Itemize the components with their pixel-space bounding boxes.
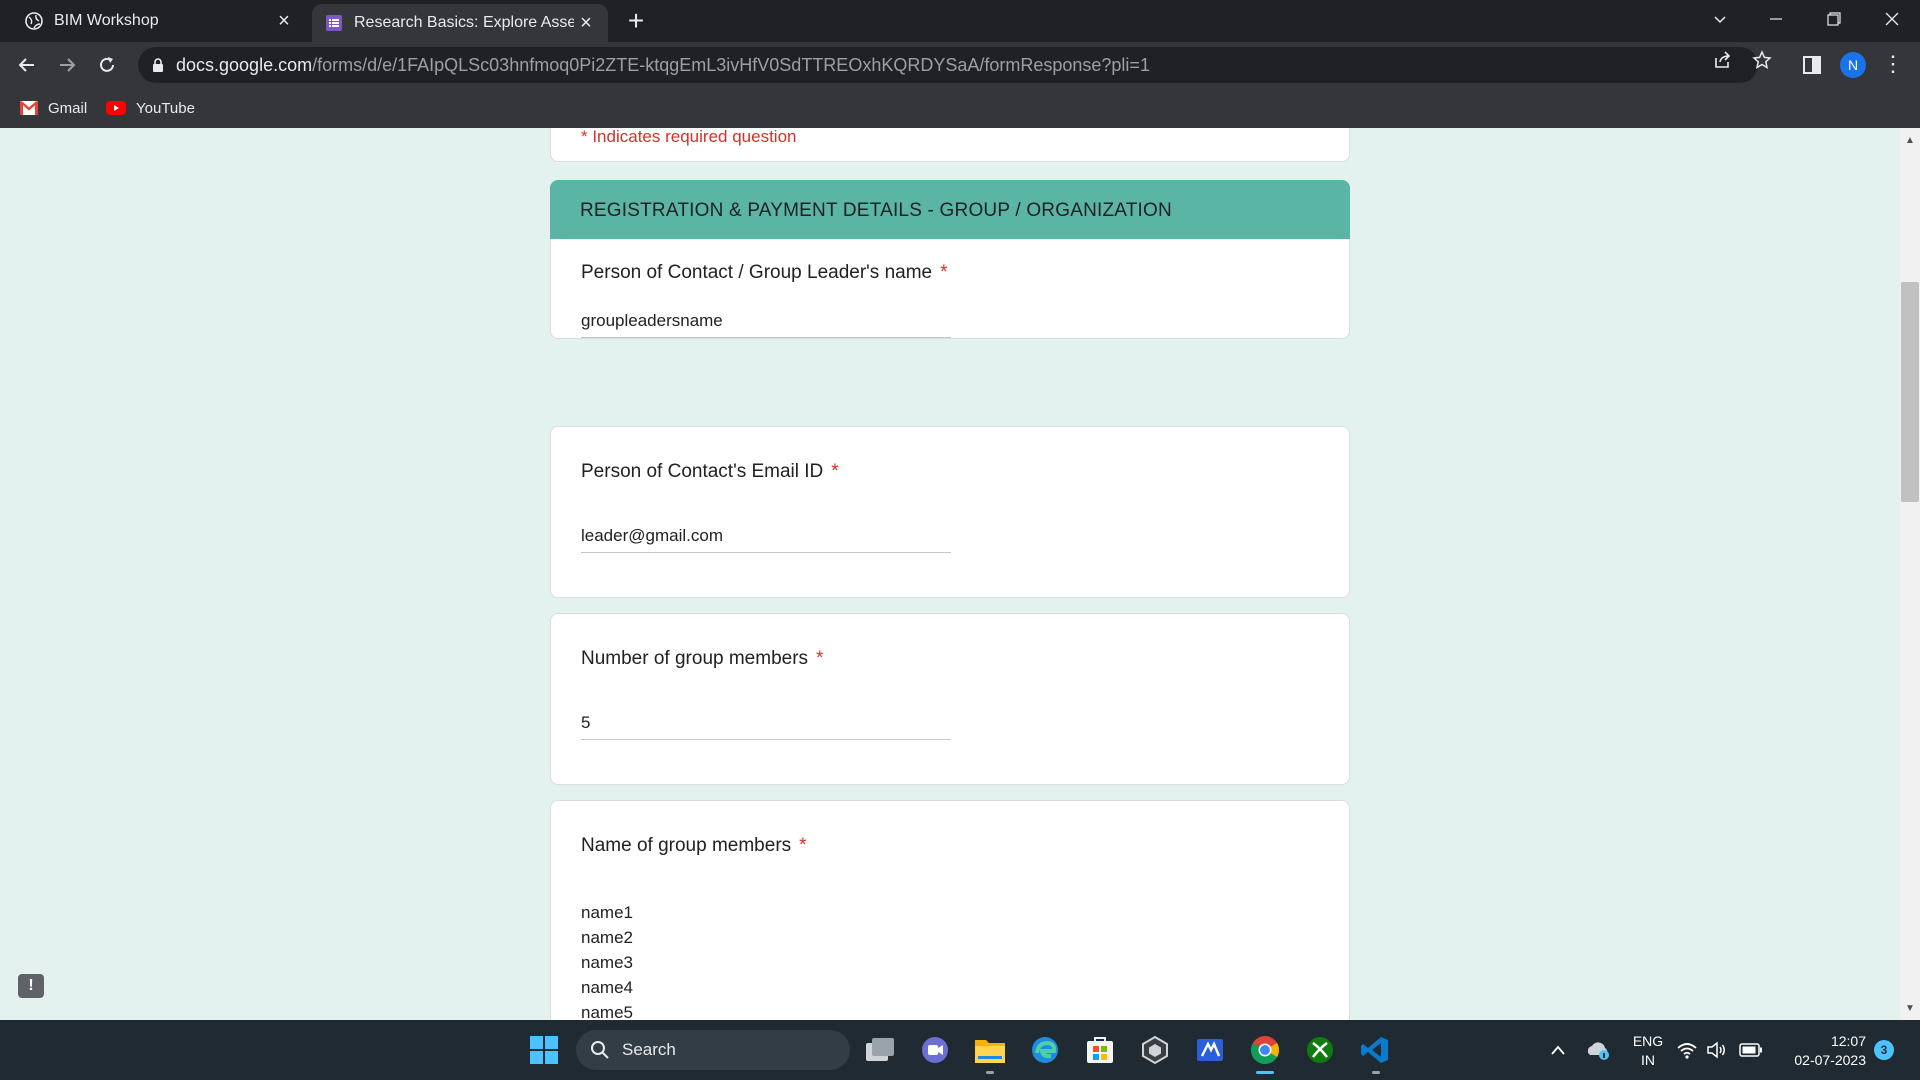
group-members-count-input[interactable]: 5 bbox=[581, 713, 951, 740]
vscode-icon[interactable] bbox=[1357, 1032, 1393, 1068]
textarea-line: name5 bbox=[581, 1003, 633, 1020]
gmail-icon bbox=[20, 101, 38, 115]
question-label: Person of Contact's Email ID * bbox=[581, 461, 839, 482]
scrollbar-track[interactable] bbox=[1900, 128, 1920, 1020]
search-label: Search bbox=[622, 1040, 676, 1059]
onedrive-icon[interactable] bbox=[1580, 1032, 1616, 1068]
scroll-down-arrow-icon[interactable]: ▼ bbox=[1904, 1004, 1916, 1014]
chrome-icon[interactable] bbox=[1247, 1032, 1283, 1068]
volume-icon[interactable] bbox=[1704, 1032, 1730, 1068]
wifi-icon[interactable] bbox=[1674, 1032, 1700, 1068]
bookmark-gmail[interactable]: Gmail bbox=[20, 96, 87, 120]
address-bar[interactable]: docs.google.com/forms/d/e/1FAIpQLSc03hnf… bbox=[138, 47, 1758, 83]
language-indicator[interactable]: ENG IN bbox=[1628, 1032, 1668, 1070]
tab-title: BIM Workshop bbox=[54, 12, 159, 29]
tab-search-icon[interactable] bbox=[1692, 0, 1748, 38]
form-page: * Indicates required question REGISTRATI… bbox=[0, 128, 1920, 1020]
share-icon[interactable] bbox=[1710, 48, 1734, 72]
textarea-line: name2 bbox=[581, 928, 633, 947]
region-code: IN bbox=[1641, 1052, 1655, 1068]
edge-icon[interactable] bbox=[1027, 1032, 1063, 1068]
new-tab-button[interactable]: + bbox=[622, 7, 650, 35]
report-feedback-icon[interactable]: ! bbox=[18, 974, 44, 998]
globe-icon bbox=[24, 11, 44, 31]
profile-avatar[interactable]: N bbox=[1840, 52, 1866, 78]
task-view-icon[interactable] bbox=[862, 1032, 898, 1068]
back-icon[interactable] bbox=[12, 50, 42, 80]
question-card: Name of group members * name1 name2 name3… bbox=[550, 800, 1350, 1020]
windows-taskbar: Search ENG IN 12:07 02-07-2023 3 bbox=[0, 1020, 1920, 1080]
tab-bim-workshop[interactable]: BIM Workshop × bbox=[0, 0, 306, 42]
bookmark-label: YouTube bbox=[136, 99, 195, 117]
required-asterisk: * bbox=[816, 648, 824, 669]
battery-icon[interactable] bbox=[1736, 1032, 1766, 1068]
taskbar-search[interactable]: Search bbox=[576, 1030, 850, 1070]
close-icon[interactable]: × bbox=[574, 11, 598, 35]
active-indicator bbox=[1256, 1071, 1274, 1074]
scroll-up-arrow-icon[interactable]: ▲ bbox=[1904, 136, 1916, 146]
app-icon-blue[interactable] bbox=[1192, 1032, 1228, 1068]
section-title: REGISTRATION & PAYMENT DETAILS - GROUP /… bbox=[580, 200, 1172, 221]
minimize-icon[interactable] bbox=[1748, 0, 1804, 38]
question-label: Person of Contact / Group Leader's name * bbox=[581, 262, 948, 283]
bookmark-youtube[interactable]: YouTube bbox=[106, 96, 195, 120]
email-input[interactable]: leader@gmail.com bbox=[581, 526, 951, 553]
search-icon bbox=[591, 1041, 609, 1059]
question-card: Person of Contact's Email ID * leader@gma… bbox=[550, 426, 1350, 598]
question-card: Number of group members * 5 bbox=[550, 613, 1350, 785]
show-hidden-icons-chevron[interactable] bbox=[1540, 1032, 1576, 1068]
textarea-line: name3 bbox=[581, 953, 633, 972]
restore-icon[interactable] bbox=[1806, 0, 1862, 38]
teams-chat-icon[interactable] bbox=[917, 1032, 953, 1068]
side-panel-icon[interactable] bbox=[1800, 53, 1824, 77]
unity-hub-icon[interactable] bbox=[1137, 1032, 1173, 1068]
url-text: docs.google.com/forms/d/e/1FAIpQLSc03hnf… bbox=[176, 54, 1150, 75]
microsoft-store-icon[interactable] bbox=[1082, 1032, 1118, 1068]
required-asterisk: * bbox=[799, 835, 807, 856]
google-forms-icon bbox=[324, 13, 344, 33]
textarea-line: name1 bbox=[581, 903, 633, 922]
bookmarks-bar: Gmail YouTube bbox=[0, 88, 1920, 128]
required-asterisk: * bbox=[831, 461, 839, 482]
close-icon[interactable]: × bbox=[272, 9, 296, 33]
running-indicator bbox=[1372, 1071, 1380, 1074]
required-note: * Indicates required question bbox=[581, 128, 797, 146]
tab-strip: BIM Workshop × Research Basics: Explore … bbox=[0, 0, 1920, 42]
youtube-icon bbox=[106, 101, 126, 115]
section-header: REGISTRATION & PAYMENT DETAILS - GROUP /… bbox=[550, 180, 1350, 240]
browser-toolbar: docs.google.com/forms/d/e/1FAIpQLSc03hnf… bbox=[0, 42, 1920, 88]
group-members-names-textarea[interactable]: name1 name2 name3 name4 name5 bbox=[581, 900, 633, 1020]
required-asterisk: * bbox=[940, 262, 948, 283]
language-code: ENG bbox=[1632, 1033, 1664, 1049]
file-explorer-icon[interactable] bbox=[972, 1032, 1008, 1068]
forward-icon[interactable] bbox=[52, 50, 82, 80]
bookmark-star-icon[interactable] bbox=[1750, 48, 1774, 72]
bookmark-label: Gmail bbox=[48, 99, 88, 117]
notification-badge[interactable]: 3 bbox=[1874, 1040, 1894, 1060]
xbox-icon[interactable] bbox=[1302, 1032, 1338, 1068]
scrollbar-thumb[interactable] bbox=[1901, 282, 1919, 502]
clock-date: 02-07-2023 bbox=[1794, 1052, 1866, 1068]
question-label: Name of group members * bbox=[581, 835, 807, 856]
windows-start-icon[interactable] bbox=[526, 1032, 562, 1068]
reload-icon[interactable] bbox=[92, 50, 122, 80]
close-window-icon[interactable] bbox=[1864, 0, 1920, 38]
clock-time: 12:07 bbox=[1830, 1033, 1866, 1049]
tab-research-basics[interactable]: Research Basics: Explore Assess T × bbox=[312, 4, 608, 42]
question-label: Number of group members * bbox=[581, 648, 824, 669]
question-card: Person of Contact / Group Leader's name *… bbox=[550, 239, 1350, 339]
tab-title: Research Basics: Explore Assess T bbox=[354, 14, 574, 31]
form-header-card: * Indicates required question bbox=[550, 128, 1350, 162]
menu-dots-icon[interactable]: ⋮ bbox=[1880, 52, 1906, 78]
system-clock[interactable]: 12:07 02-07-2023 bbox=[1780, 1032, 1866, 1070]
leader-name-input[interactable]: groupleadersname bbox=[581, 311, 951, 338]
lock-icon[interactable] bbox=[152, 58, 164, 72]
running-indicator bbox=[986, 1071, 994, 1074]
textarea-line: name4 bbox=[581, 978, 633, 997]
